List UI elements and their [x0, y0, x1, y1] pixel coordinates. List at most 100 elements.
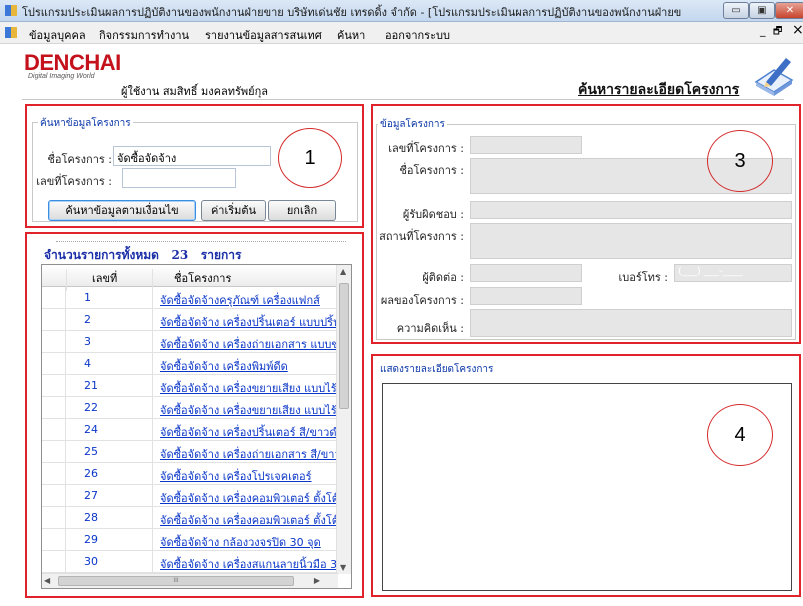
info-contact-label: ผู้ติดต่อ :	[422, 271, 464, 284]
vertical-scrollbar[interactable]: ▲ ▼	[336, 265, 351, 574]
menu-reports[interactable]: รายงานข้อมูลสารสนเทศ	[205, 26, 322, 44]
table-row[interactable]: 24 จัดซื้อจัดจ้าง เครื่องปริ้นเตอร์ สี/ขา…	[42, 419, 343, 441]
table-row[interactable]: 26 จัดซื้อจัดจ้าง เครื่องโปรเจคเตอร์	[42, 463, 338, 485]
row-project-name-link[interactable]: จัดซื้อจัดจ้าง เครื่องคอมพิวเตอร์ ตั้งโต…	[160, 489, 339, 507]
col-name-header[interactable]: ชื่อโครงการ	[174, 269, 231, 287]
row-header[interactable]	[42, 331, 66, 353]
col-no-header[interactable]: เลขที่	[92, 269, 117, 287]
app-icon	[5, 5, 17, 16]
title-bar: โปรแกรมประเมินผลการปฏิบัติงานของพนักงานฝ…	[0, 0, 803, 22]
row-project-no: 1	[84, 291, 91, 304]
table-row[interactable]: 28 จัดซื้อจัดจ้าง เครื่องคอมพิวเตอร์ ตั้ง…	[42, 507, 339, 529]
row-project-name-link[interactable]: จัดซื้อจัดจ้าง เครื่องปริ้นเตอร์ แบบปริ้…	[160, 313, 341, 331]
current-user: ผู้ใช้งาน สมสิทธิ์ มงคลทรัพย์กุล	[121, 85, 268, 98]
table-row[interactable]: 22 จัดซื้อจัดจ้าง เครื่องขยายเสียง แบบไร้…	[42, 397, 343, 419]
row-project-name-link[interactable]: จัดซื้อจัดจ้าง กล้องวงจรปิด 30 จุด	[160, 533, 321, 551]
search-button[interactable]: ค้นหาข้อมูลตามเงื่อนไข	[48, 200, 196, 221]
row-project-no: 4	[84, 357, 91, 370]
row-project-name-link[interactable]: จัดซื้อจัดจ้าง เครื่องสแกนลายนิ้วมือ 3	[160, 555, 337, 573]
table-row[interactable]: 30 จัดซื้อจัดจ้าง เครื่องสแกนลายนิ้วมือ 3	[42, 551, 338, 573]
table-row[interactable]: 1 จัดซื้อจัดจ้างครุภัณฑ์ เครื่องแฟกส์	[42, 287, 338, 309]
project-grid[interactable]: เลขที่ ชื่อโครงการ 1 จัดซื้อจัดจ้างครุภัณ…	[41, 264, 352, 589]
row-header[interactable]	[42, 353, 66, 375]
row-header[interactable]	[42, 287, 66, 309]
row-project-no: 27	[84, 489, 98, 502]
project-name-label: ชื่อโครงการ :	[47, 153, 112, 166]
cancel-button[interactable]: ยกเลิก	[268, 200, 336, 221]
reset-button[interactable]: ค่าเริ่มต้น	[201, 200, 266, 221]
row-header[interactable]	[42, 441, 66, 463]
row-project-no: 25	[84, 445, 98, 458]
window-title: โปรแกรมประเมินผลการปฏิบัติงานของพนักงานฝ…	[22, 6, 682, 19]
row-project-no: 28	[84, 511, 98, 524]
book-pen-icon	[754, 58, 794, 96]
project-name-input[interactable]: จัดซื้อจัดจ้าง	[113, 146, 271, 166]
row-project-name-link[interactable]: จัดซื้อจัดจ้าง เครื่องถ่ายเอกสาร สี/ขาว	[160, 445, 341, 463]
row-project-name-link[interactable]: จัดซื้อจัดจ้าง เครื่องปริ้นเตอร์ สี/ขาวด…	[160, 423, 343, 441]
scroll-left-icon[interactable]: ◀	[44, 576, 50, 585]
row-project-name-link[interactable]: จัดซื้อจัดจ้าง เครื่องถ่ายเอกสาร แบบขา	[160, 335, 345, 353]
restore-button[interactable]: ▣	[749, 2, 775, 19]
vertical-scroll-thumb[interactable]	[339, 283, 349, 409]
row-header[interactable]	[42, 551, 66, 573]
row-header[interactable]	[42, 419, 66, 441]
row-project-no: 3	[84, 335, 91, 348]
row-project-name-link[interactable]: จัดซื้อจัดจ้าง เครื่องโปรเจคเตอร์	[160, 467, 312, 485]
record-count: จำนวนรายการทั้งหมด 23 รายการ	[44, 246, 241, 265]
list-divider	[56, 241, 346, 242]
scroll-down-icon[interactable]: ▼	[340, 563, 346, 572]
grid-header: เลขที่ ชื่อโครงการ	[42, 265, 338, 291]
project-no-label: เลขที่โครงการ :	[36, 175, 112, 188]
table-row[interactable]: 2 จัดซื้อจัดจ้าง เครื่องปริ้นเตอร์ แบบปริ…	[42, 309, 341, 331]
info-name-label: ชื่อโครงการ :	[399, 164, 464, 177]
row-header[interactable]	[42, 375, 66, 397]
table-row[interactable]: 29 จัดซื้อจัดจ้าง กล้องวงจรปิด 30 จุด	[42, 529, 338, 551]
row-header[interactable]	[42, 309, 66, 331]
table-row[interactable]: 3 จัดซื้อจัดจ้าง เครื่องถ่ายเอกสาร แบบขา	[42, 331, 345, 353]
minimize-button[interactable]: ▭	[723, 2, 749, 19]
info-place-field	[470, 223, 792, 259]
horizontal-scrollbar[interactable]: ◀ III ▶	[42, 573, 338, 588]
close-button[interactable]: ✕	[775, 2, 803, 19]
marker-4: 4	[707, 404, 773, 466]
row-header[interactable]	[42, 529, 66, 551]
menu-personal[interactable]: ข้อมูลบุคคล	[29, 26, 86, 44]
row-header[interactable]	[42, 463, 66, 485]
scroll-right-icon[interactable]: ▶	[314, 576, 320, 585]
menu-logout[interactable]: ออกจากระบบ	[385, 26, 450, 44]
search-group-title: ค้นหาข้อมูลโครงการ	[38, 116, 133, 131]
info-no-field	[470, 136, 582, 154]
row-project-name-link[interactable]: จัดซื้อจัดจ้าง เครื่องพิมพ์ดีด	[160, 357, 288, 375]
record-count-label: จำนวนรายการทั้งหมด	[44, 248, 159, 262]
menu-activities[interactable]: กิจกรรมการทำงาน	[99, 26, 189, 44]
row-project-name-link[interactable]: จัดซื้อจัดจ้าง เครื่องขยายเสียง แบบไร้ส	[160, 401, 343, 419]
inner-minimize-button[interactable]: _	[760, 24, 766, 37]
row-project-no: 22	[84, 401, 98, 414]
inner-restore-button[interactable]: 🗗	[773, 24, 782, 41]
row-project-no: 2	[84, 313, 91, 326]
info-contact-field	[470, 264, 582, 282]
info-no-label: เลขที่โครงการ :	[388, 142, 464, 155]
table-row[interactable]: 27 จัดซื้อจัดจ้าง เครื่องคอมพิวเตอร์ ตั้ง…	[42, 485, 339, 507]
info-comment-field	[470, 309, 792, 337]
table-row[interactable]: 25 จัดซื้อจัดจ้าง เครื่องถ่ายเอกสาร สี/ขา…	[42, 441, 341, 463]
info-result-label: ผลของโครงการ :	[380, 294, 464, 307]
row-project-no: 29	[84, 533, 98, 546]
row-project-name-link[interactable]: จัดซื้อจัดจ้างครุภัณฑ์ เครื่องแฟกส์	[160, 291, 320, 309]
project-no-input[interactable]	[122, 168, 236, 188]
scroll-up-icon[interactable]: ▲	[340, 267, 346, 276]
info-owner-label: ผู้รับผิดชอบ :	[402, 208, 464, 221]
inner-close-button[interactable]: ×	[792, 22, 803, 38]
row-header[interactable]	[42, 397, 66, 419]
marker-3: 3	[707, 130, 773, 192]
table-row[interactable]: 21 จัดซื้อจัดจ้าง เครื่องขยายเสียง แบบไร้…	[42, 375, 343, 397]
info-comment-label: ความคิดเห็น :	[396, 322, 464, 335]
detail-group-title: แสดงรายละเอียดโครงการ	[378, 362, 496, 377]
row-header[interactable]	[42, 485, 66, 507]
menu-search[interactable]: ค้นหา	[337, 26, 365, 44]
row-project-name-link[interactable]: จัดซื้อจัดจ้าง เครื่องคอมพิวเตอร์ ตั้งโต…	[160, 511, 339, 529]
row-header[interactable]	[42, 507, 66, 529]
row-project-name-link[interactable]: จัดซื้อจัดจ้าง เครื่องขยายเสียง แบบไร้ส	[160, 379, 343, 397]
table-row[interactable]: 4 จัดซื้อจัดจ้าง เครื่องพิมพ์ดีด	[42, 353, 338, 375]
horizontal-scroll-thumb[interactable]: III	[58, 576, 294, 586]
